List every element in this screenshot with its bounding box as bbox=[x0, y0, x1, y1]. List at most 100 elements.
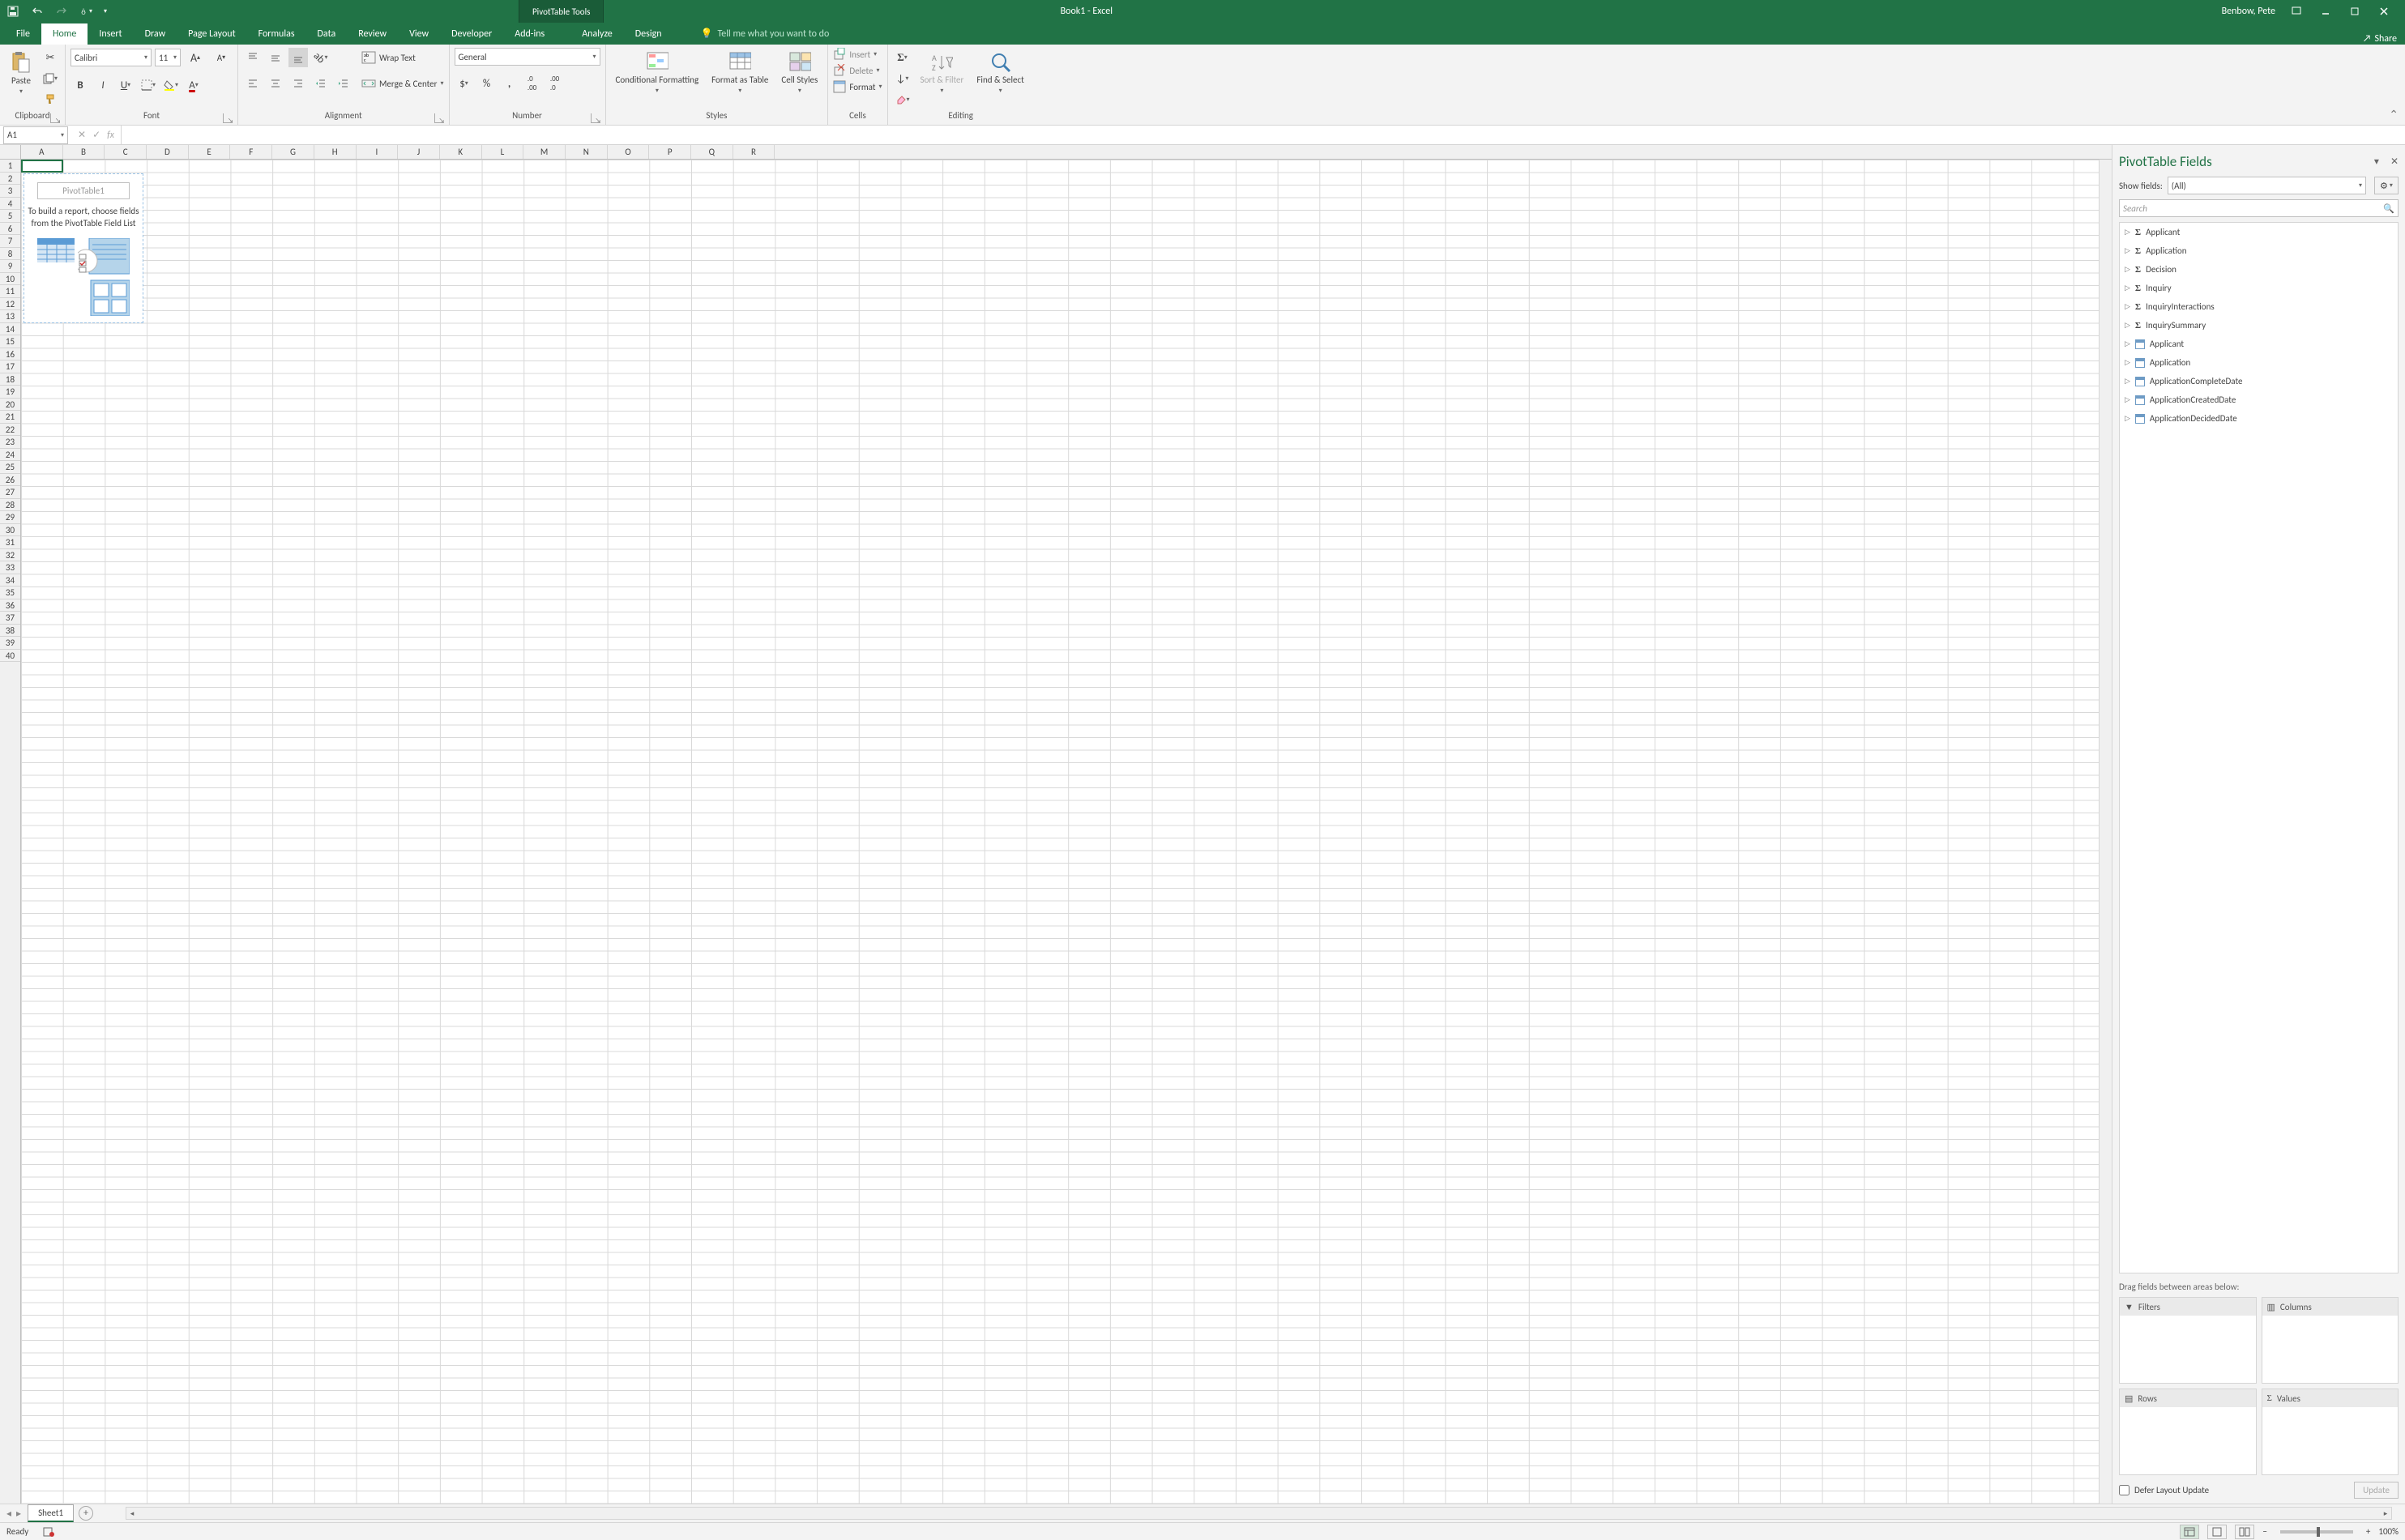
column-header[interactable]: Q bbox=[691, 145, 733, 159]
font-size-select[interactable]: 11▾ bbox=[155, 49, 181, 66]
merge-center-button[interactable]: Merge & Center ▾ bbox=[361, 74, 444, 93]
row-header[interactable]: 23 bbox=[0, 436, 20, 449]
fill-button[interactable]: ↓▾ bbox=[893, 69, 912, 88]
delete-cells-button[interactable]: Delete▾ bbox=[833, 64, 879, 77]
font-name-select[interactable]: Calibri▾ bbox=[70, 49, 152, 66]
column-header[interactable]: E bbox=[189, 145, 231, 159]
row-header[interactable]: 39 bbox=[0, 637, 20, 650]
row-header[interactable]: 5 bbox=[0, 210, 20, 223]
row-header[interactable]: 12 bbox=[0, 298, 20, 311]
row-header[interactable]: 13 bbox=[0, 310, 20, 323]
row-header[interactable]: 15 bbox=[0, 335, 20, 348]
page-break-view-button[interactable] bbox=[2235, 1525, 2254, 1539]
align-bottom-button[interactable] bbox=[288, 48, 308, 67]
row-header[interactable]: 38 bbox=[0, 625, 20, 638]
row-header[interactable]: 1 bbox=[0, 160, 20, 173]
tab-design[interactable]: Design bbox=[624, 23, 673, 45]
tab-data[interactable]: Data bbox=[306, 23, 348, 45]
increase-decimal-button[interactable]: .0.00 bbox=[523, 74, 542, 93]
row-header[interactable]: 22 bbox=[0, 424, 20, 437]
copy-button[interactable]: ▾ bbox=[41, 69, 60, 88]
row-header[interactable]: 9 bbox=[0, 260, 20, 273]
row-header[interactable]: 4 bbox=[0, 198, 20, 211]
field-item[interactable]: ▷ΣInquirySummary bbox=[2120, 316, 2398, 335]
decrease-font-size-button[interactable]: A▾ bbox=[210, 48, 233, 67]
zoom-out-button[interactable]: − bbox=[2262, 1526, 2266, 1537]
tab-developer[interactable]: Developer bbox=[440, 23, 503, 45]
values-area[interactable]: ΣValues bbox=[2262, 1389, 2399, 1475]
format-painter-button[interactable] bbox=[41, 90, 60, 109]
update-button[interactable]: Update bbox=[2354, 1482, 2399, 1499]
number-dialog-launcher[interactable] bbox=[591, 113, 600, 123]
column-header[interactable]: I bbox=[357, 145, 399, 159]
horizontal-scrollbar[interactable]: ◂ ▸ bbox=[126, 1507, 2392, 1520]
row-header[interactable]: 28 bbox=[0, 499, 20, 512]
tab-page-layout[interactable]: Page Layout bbox=[177, 23, 246, 45]
font-color-button[interactable]: A▾ bbox=[184, 75, 203, 95]
row-header[interactable]: 31 bbox=[0, 536, 20, 549]
row-header[interactable]: 24 bbox=[0, 449, 20, 462]
column-header[interactable]: K bbox=[440, 145, 482, 159]
column-header[interactable]: C bbox=[105, 145, 147, 159]
number-format-select[interactable]: General▾ bbox=[455, 48, 600, 66]
pane-options-dropdown[interactable]: ▾ bbox=[2374, 156, 2379, 168]
minimize-icon[interactable] bbox=[2311, 0, 2340, 23]
sort-filter-button[interactable]: AZ Sort & Filter▾ bbox=[916, 48, 969, 98]
find-select-button[interactable]: Find & Select▾ bbox=[972, 48, 1028, 98]
decrease-decimal-button[interactable]: .00.0 bbox=[545, 74, 565, 93]
field-item[interactable]: ▷ApplicationDecidedDate bbox=[2120, 409, 2398, 428]
wrap-text-button[interactable]: abc Wrap Text bbox=[361, 48, 444, 67]
orientation-button[interactable]: ab▾ bbox=[311, 48, 331, 67]
field-item[interactable]: ▷Application bbox=[2120, 353, 2398, 372]
filters-area[interactable]: ▼Filters bbox=[2119, 1297, 2257, 1384]
macro-record-icon[interactable] bbox=[43, 1526, 54, 1538]
italic-button[interactable]: I bbox=[93, 75, 113, 95]
percent-format-button[interactable]: % bbox=[477, 74, 497, 93]
decrease-indent-button[interactable] bbox=[311, 74, 331, 93]
row-header[interactable]: 32 bbox=[0, 549, 20, 562]
autosum-button[interactable]: Σ▾ bbox=[893, 48, 912, 67]
align-right-button[interactable] bbox=[288, 74, 308, 93]
tell-me-search[interactable]: 💡 Tell me what you want to do bbox=[690, 23, 841, 45]
share-button[interactable]: ↗ Share bbox=[2363, 33, 2397, 45]
row-header[interactable]: 34 bbox=[0, 574, 20, 587]
column-header[interactable]: R bbox=[733, 145, 775, 159]
user-name[interactable]: Benbow, Pete bbox=[2222, 6, 2275, 17]
increase-font-size-button[interactable]: A▴ bbox=[184, 48, 207, 67]
tools-gear-button[interactable]: ⚙▾ bbox=[2374, 177, 2399, 194]
bold-button[interactable]: B bbox=[70, 75, 90, 95]
sheet-nav-prev[interactable]: ◂ bbox=[6, 1508, 11, 1520]
column-header[interactable]: P bbox=[649, 145, 691, 159]
format-as-table-button[interactable]: Format as Table▾ bbox=[707, 48, 773, 98]
column-header[interactable]: N bbox=[566, 145, 608, 159]
insert-function-icon[interactable]: fx bbox=[107, 130, 114, 141]
select-all-corner[interactable] bbox=[0, 145, 21, 159]
row-header[interactable]: 11 bbox=[0, 285, 20, 298]
column-header[interactable]: A bbox=[21, 145, 63, 159]
column-header[interactable]: F bbox=[230, 145, 272, 159]
row-header[interactable]: 33 bbox=[0, 561, 20, 574]
sheet-tab-sheet1[interactable]: Sheet1 bbox=[28, 1504, 74, 1522]
align-middle-button[interactable] bbox=[266, 48, 285, 67]
zoom-slider[interactable] bbox=[2280, 1530, 2353, 1534]
clipboard-dialog-launcher[interactable] bbox=[50, 113, 60, 123]
sheet-nav-next[interactable]: ▸ bbox=[16, 1508, 21, 1520]
field-item[interactable]: ▷Applicant bbox=[2120, 335, 2398, 353]
field-item[interactable]: ▷ApplicationCreatedDate bbox=[2120, 390, 2398, 409]
conditional-formatting-button[interactable]: Conditional Formatting▾ bbox=[611, 48, 704, 98]
tab-analyze[interactable]: Analyze bbox=[570, 23, 624, 45]
close-icon[interactable] bbox=[2369, 0, 2399, 23]
enter-formula-icon[interactable]: ✓ bbox=[92, 129, 100, 141]
row-header[interactable]: 35 bbox=[0, 587, 20, 599]
collapse-ribbon-button[interactable]: ⌃ bbox=[2382, 45, 2405, 125]
zoom-level[interactable]: 100% bbox=[2378, 1526, 2399, 1537]
normal-view-button[interactable] bbox=[2180, 1525, 2199, 1539]
row-header[interactable]: 40 bbox=[0, 650, 20, 663]
row-header[interactable]: 25 bbox=[0, 461, 20, 474]
touch-mouse-mode-icon[interactable]: ▾ bbox=[79, 5, 92, 18]
name-box[interactable]: A1▾ bbox=[3, 126, 68, 144]
row-header[interactable]: 16 bbox=[0, 348, 20, 361]
cell-styles-button[interactable]: Cell Styles▾ bbox=[776, 48, 822, 98]
defer-layout-checkbox[interactable] bbox=[2119, 1485, 2129, 1495]
column-header[interactable]: J bbox=[398, 145, 440, 159]
